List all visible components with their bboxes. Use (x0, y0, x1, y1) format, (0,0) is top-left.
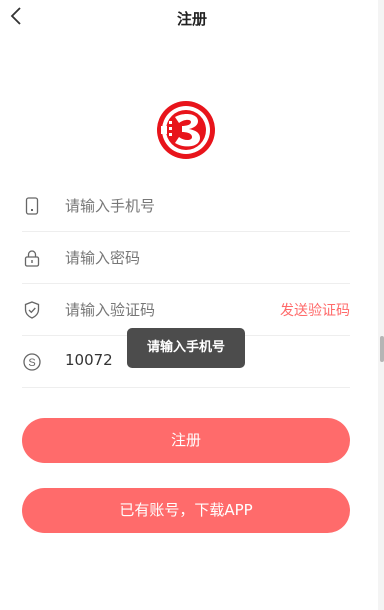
scrollbar-thumb[interactable] (380, 336, 384, 362)
page-title: 注册 (176, 10, 207, 28)
lock-icon (24, 250, 40, 267)
svg-text:S: S (28, 357, 35, 369)
verify-code-input[interactable]: 请输入验证码 (65, 299, 155, 320)
scrollbar-track[interactable] (378, 0, 384, 610)
phone-input[interactable]: 请输入手机号 (65, 195, 155, 216)
invite-code-input[interactable]: 10072 (65, 351, 113, 369)
password-field[interactable]: 请输入密码 (22, 232, 350, 284)
toast-message: 请输入手机号 (127, 328, 245, 368)
phone-icon (25, 197, 39, 215)
phone-field[interactable]: 请输入手机号 (22, 180, 350, 232)
s-circle-icon: S (23, 353, 41, 371)
password-input[interactable]: 请输入密码 (65, 247, 140, 268)
download-app-button[interactable]: 已有账号，下载APP (22, 488, 350, 533)
send-code-button[interactable]: 发送验证码 (280, 300, 350, 320)
shield-icon (24, 301, 40, 319)
register-button[interactable]: 注册 (22, 418, 350, 463)
app-logo (157, 101, 215, 159)
top-bar: 注册 (0, 0, 384, 34)
